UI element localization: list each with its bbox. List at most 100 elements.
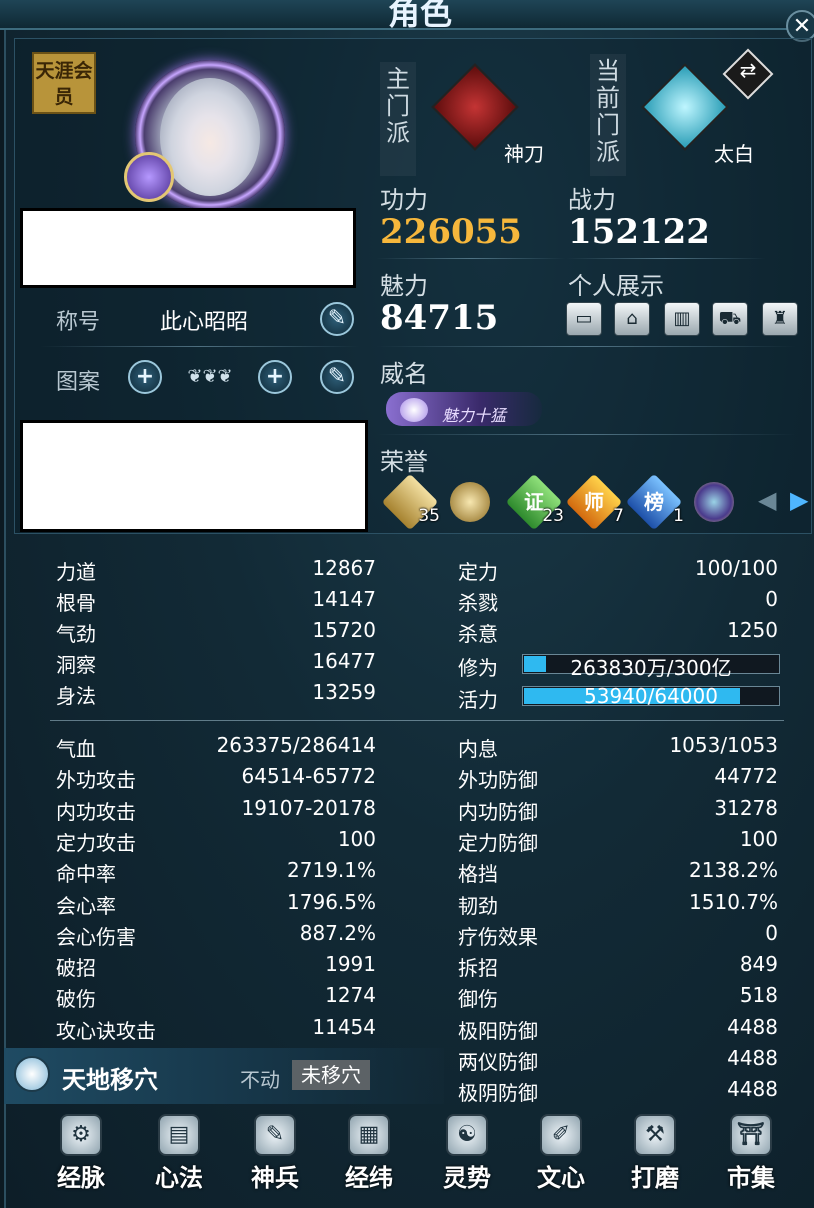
honor-item[interactable]: 师 7 bbox=[565, 473, 624, 531]
main-school-name: 神刀 bbox=[504, 142, 544, 166]
stat-label: 会心伤害 bbox=[56, 924, 136, 949]
brush-icon: ✎ bbox=[327, 364, 347, 389]
stat-row: 外功攻击 64514-65772 bbox=[56, 764, 376, 794]
honor-item[interactable]: 榜 1 bbox=[625, 473, 684, 531]
stat-label: 内息 bbox=[458, 737, 498, 761]
xiuwei-progress-text: 263830万/300亿 bbox=[570, 656, 732, 680]
swirl-icon: ☯ bbox=[446, 1114, 488, 1156]
house-icon[interactable]: ⌂ bbox=[614, 302, 650, 336]
stat-row: 韧劲 1510.7% bbox=[458, 890, 778, 920]
nav-label: 文心 bbox=[537, 1163, 585, 1192]
flower-icon bbox=[400, 398, 428, 422]
stat-row: 极阴防御 4488 bbox=[458, 1077, 778, 1107]
honor-item[interactable] bbox=[446, 478, 494, 526]
nav-grid-button[interactable]: ▦ 经纬 bbox=[330, 1110, 408, 1200]
stat-row: 外功防御 44772 bbox=[458, 764, 778, 794]
stat-label: 气血 bbox=[56, 737, 96, 761]
book-icon: ▤ bbox=[158, 1114, 200, 1156]
current-school-name: 太白 bbox=[714, 142, 754, 166]
id-card-icon[interactable]: ▭ bbox=[566, 302, 602, 336]
nav-swirl-button[interactable]: ☯ 灵势 bbox=[428, 1110, 506, 1200]
attr-row: 根骨 14147 bbox=[56, 587, 376, 615]
stat-label: 命中率 bbox=[56, 862, 116, 887]
meridian-icon: ⚙ bbox=[60, 1114, 102, 1156]
acupoint-button[interactable]: 未移穴 bbox=[292, 1060, 370, 1090]
nav-hammer-button[interactable]: ⚒ 打磨 bbox=[616, 1110, 694, 1200]
stat-row: 内功攻击 19107-20178 bbox=[56, 796, 376, 826]
divider bbox=[40, 346, 360, 347]
attr-row: 身法 13259 bbox=[56, 680, 376, 708]
stat-value: 2719.1% bbox=[287, 858, 376, 883]
attr-row: 定力 100/100 bbox=[458, 556, 778, 584]
building-icon[interactable]: ▥ bbox=[664, 302, 700, 336]
avatar-badge-icon bbox=[124, 152, 174, 202]
stat-row: 会心伤害 887.2% bbox=[56, 921, 376, 951]
stat-row: 格挡 2138.2% bbox=[458, 858, 778, 888]
divider bbox=[376, 258, 566, 259]
armor-icon[interactable]: ♜ bbox=[762, 302, 798, 336]
nav-book-button[interactable]: ▤ 心法 bbox=[140, 1110, 218, 1200]
member-badge[interactable]: 天涯会员 bbox=[32, 52, 96, 114]
honor-item[interactable]: 35 bbox=[381, 473, 440, 531]
pattern-label: 图案 bbox=[56, 370, 101, 395]
nav-meridian-button[interactable]: ⚙ 经脉 bbox=[42, 1110, 120, 1200]
acupoint-status: 不动 bbox=[240, 1068, 280, 1092]
stat-row: 攻心诀攻击 11454 bbox=[56, 1015, 376, 1045]
edit-title-button[interactable]: ✎ bbox=[320, 302, 354, 336]
honor-prev-arrow-icon[interactable]: ◀ bbox=[758, 486, 776, 514]
swap-icon: ⇄ bbox=[739, 58, 757, 82]
zhanli-value: 152122 bbox=[568, 212, 710, 252]
divider bbox=[376, 346, 796, 347]
stat-value: 887.2% bbox=[299, 920, 376, 945]
add-pattern-button-1[interactable]: + bbox=[128, 360, 162, 394]
stat-row: 内功防御 31278 bbox=[458, 796, 778, 826]
nav-market-button[interactable]: ⛩ 市集 bbox=[712, 1110, 790, 1200]
stat-row: 定力攻击 100 bbox=[56, 827, 376, 857]
plus-icon: + bbox=[265, 364, 285, 389]
stat-row: 拆招 849 bbox=[458, 952, 778, 982]
pattern-ornament-icon: ❦❦❦ bbox=[187, 366, 233, 387]
stat-row: 两仪防御 4488 bbox=[458, 1046, 778, 1076]
stat-row: 破招 1991 bbox=[56, 952, 376, 982]
stat-label: 拆招 bbox=[458, 956, 498, 981]
nav-brush-button[interactable]: ✐ 文心 bbox=[522, 1110, 600, 1200]
stat-value: 2138.2% bbox=[689, 858, 778, 883]
nav-label: 神兵 bbox=[251, 1163, 299, 1192]
plus-icon: + bbox=[135, 364, 155, 389]
attr-row: 洞察 16477 bbox=[56, 649, 376, 677]
nav-label: 打磨 bbox=[631, 1163, 679, 1192]
feather-icon: ✎ bbox=[254, 1114, 296, 1156]
weiming-label: 威名 bbox=[380, 360, 428, 388]
stat-row: 内息 1053/1053 bbox=[458, 733, 778, 763]
stat-label: 破招 bbox=[56, 956, 96, 981]
honor-item[interactable]: 证 23 bbox=[505, 473, 564, 531]
attr-row: 杀意 1250 bbox=[458, 618, 778, 646]
honor-next-arrow-icon[interactable]: ▶ bbox=[790, 486, 808, 514]
bang-icon: 榜 bbox=[644, 490, 664, 514]
stat-label: 定力防御 bbox=[458, 830, 538, 855]
edit-pattern-button[interactable]: ✎ bbox=[320, 360, 354, 394]
divider bbox=[50, 720, 784, 721]
carriage-icon[interactable]: ⛟ bbox=[712, 302, 748, 336]
avatar[interactable] bbox=[160, 78, 260, 196]
title-value: 此心昭昭 bbox=[160, 310, 249, 335]
nav-label: 经脉 bbox=[57, 1163, 105, 1192]
nav-feather-button[interactable]: ✎ 神兵 bbox=[236, 1110, 314, 1200]
stat-value: 1274 bbox=[325, 983, 376, 1008]
stat-value: 64514-65772 bbox=[241, 764, 376, 789]
stat-label: 破伤 bbox=[56, 987, 96, 1012]
zhanli-label: 战力 bbox=[568, 186, 616, 214]
nav-label: 市集 bbox=[727, 1163, 775, 1192]
taiji-icon bbox=[14, 1056, 50, 1092]
attr-row: 杀戮 0 bbox=[458, 587, 778, 615]
stat-label: 极阴防御 bbox=[458, 1081, 538, 1106]
stat-value: 44772 bbox=[714, 764, 778, 789]
honor-item[interactable] bbox=[685, 473, 743, 531]
add-pattern-button-2[interactable]: + bbox=[258, 360, 292, 394]
market-icon: ⛩ bbox=[730, 1114, 772, 1156]
stat-label: 外功防御 bbox=[458, 768, 538, 793]
stat-label: 内功攻击 bbox=[56, 799, 136, 824]
redacted-name-box bbox=[20, 208, 356, 288]
redacted-info-box bbox=[20, 420, 368, 532]
weiming-badge-text: 魅力十猛 bbox=[442, 406, 507, 425]
